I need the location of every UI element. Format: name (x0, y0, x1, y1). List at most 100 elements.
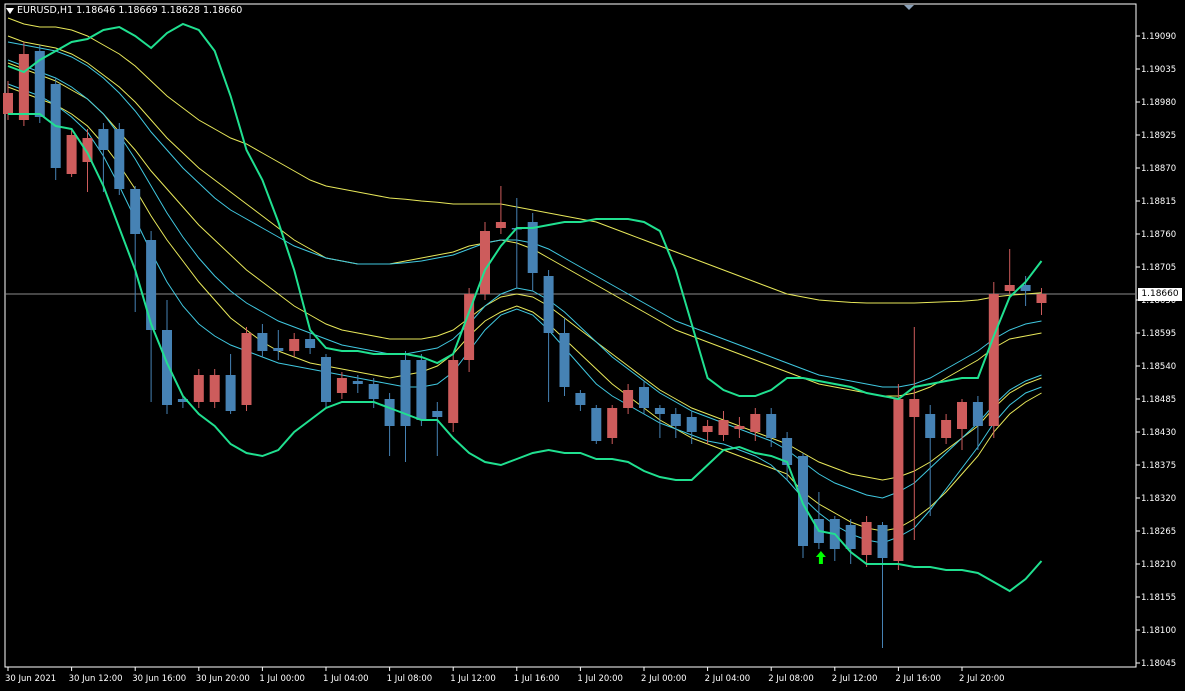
candle-body (988, 294, 999, 426)
y-tick-label: 1.19090 (1141, 32, 1176, 42)
y-tick-label: 1.18210 (1141, 560, 1176, 570)
y-tick-label: 1.18925 (1141, 131, 1176, 141)
candle-body (114, 129, 125, 189)
chart-title: EURUSD,H1 1.18646 1.18669 1.18628 1.1866… (6, 5, 242, 16)
candle (400, 351, 411, 462)
candle-body (639, 387, 649, 408)
x-tick-label: 2 Jul 00:00 (641, 674, 687, 684)
candle-body (384, 399, 395, 426)
candle-body (941, 420, 952, 438)
candle-body (718, 420, 729, 435)
candle (670, 408, 681, 438)
stop-lines (7, 22, 1043, 593)
candle-body (575, 393, 586, 405)
candle (241, 327, 252, 411)
candle (957, 399, 967, 450)
candle-body (225, 375, 236, 411)
candle (877, 522, 888, 648)
candle (861, 516, 872, 567)
menu-triangle-icon[interactable] (6, 7, 14, 14)
candle (305, 333, 316, 354)
candle (495, 186, 506, 234)
y-tick-label: 1.18485 (1141, 395, 1176, 405)
candle-body (146, 240, 157, 330)
candle-body (480, 231, 490, 294)
y-tick-label: 1.18430 (1141, 428, 1176, 438)
candle (1004, 249, 1015, 294)
candle-body (321, 357, 331, 402)
candle (543, 270, 554, 402)
x-tick-label: 30 Jun 20:00 (196, 674, 250, 684)
candle-body (877, 525, 888, 558)
y-tick-label: 1.18540 (1141, 362, 1176, 372)
x-tick-label: 1 Jul 16:00 (514, 674, 560, 684)
candle-body (750, 414, 761, 432)
candle (1036, 288, 1047, 315)
candle-body (845, 525, 856, 549)
candle (66, 129, 77, 177)
candle-body (766, 414, 777, 438)
yellow-band-line-3 (7, 62, 1042, 481)
candle (50, 78, 61, 180)
x-tick-label: 30 Jun 16:00 (132, 674, 186, 684)
candle-body (273, 348, 284, 351)
candle (639, 381, 649, 414)
candle (273, 330, 284, 360)
candle-body (1004, 285, 1015, 291)
x-tick-label: 1 Jul 08:00 (387, 674, 433, 684)
candle (813, 492, 824, 549)
y-tick-label: 1.18595 (1141, 329, 1176, 339)
candle (34, 45, 45, 123)
candle-body (336, 378, 347, 393)
candle (321, 354, 331, 408)
candle (909, 327, 920, 540)
buy-arrow-icon (815, 551, 826, 564)
candle-body (654, 408, 665, 414)
candle-body (559, 333, 570, 387)
chart-canvas: 1.19090 1.19035 1.18980 1.18925 1.18870 1.188… (3, 3, 1176, 684)
candle-body (798, 456, 808, 546)
candle-body (98, 129, 109, 150)
candle-body (3, 93, 13, 114)
candle (623, 384, 634, 414)
chart-frame (4, 3, 1137, 668)
y-tick-label: 1.18815 (1141, 197, 1176, 207)
candle (925, 405, 936, 516)
candle (575, 390, 586, 411)
candle-body (416, 360, 427, 420)
y-tick-label: 1.18155 (1141, 593, 1176, 603)
candle-body (957, 402, 967, 429)
candle (432, 402, 443, 456)
x-tick-label: 2 Jul 20:00 (959, 674, 1005, 684)
candle (511, 198, 522, 288)
y-tick-label: 1.18375 (1141, 461, 1176, 471)
candle-body (670, 414, 681, 426)
symbol-info: EURUSD,H1 1.18646 1.18669 1.18628 1.1866… (17, 5, 243, 16)
candle-body (607, 408, 618, 438)
y-tick-label: 1.18100 (1141, 626, 1176, 636)
candle (448, 354, 459, 432)
lower-stop-line (8, 113, 1043, 593)
candle (941, 414, 952, 444)
x-tick-label: 2 Jul 12:00 (832, 674, 878, 684)
x-tick-label: 1 Jul 00:00 (259, 674, 305, 684)
candle (988, 282, 999, 438)
x-tick-label: 30 Jun 2021 (5, 674, 56, 684)
candle-body (257, 333, 268, 351)
y-tick-label: 1.18705 (1141, 263, 1176, 273)
candle-body (591, 408, 602, 441)
x-tick-label: 2 Jul 16:00 (895, 674, 941, 684)
signals (815, 551, 826, 564)
candle-body (734, 426, 745, 429)
candle (845, 519, 856, 564)
candle-body (686, 417, 697, 432)
candle-body (305, 339, 316, 348)
candle-body (1036, 294, 1047, 303)
candle-body (861, 522, 872, 555)
candle-body (623, 390, 634, 408)
scroll-marker-icon[interactable] (904, 5, 914, 10)
y-tick-label: 1.18980 (1141, 98, 1176, 108)
candle (209, 369, 220, 408)
cyan-band-line-2 (7, 59, 1042, 499)
candle (193, 369, 204, 408)
